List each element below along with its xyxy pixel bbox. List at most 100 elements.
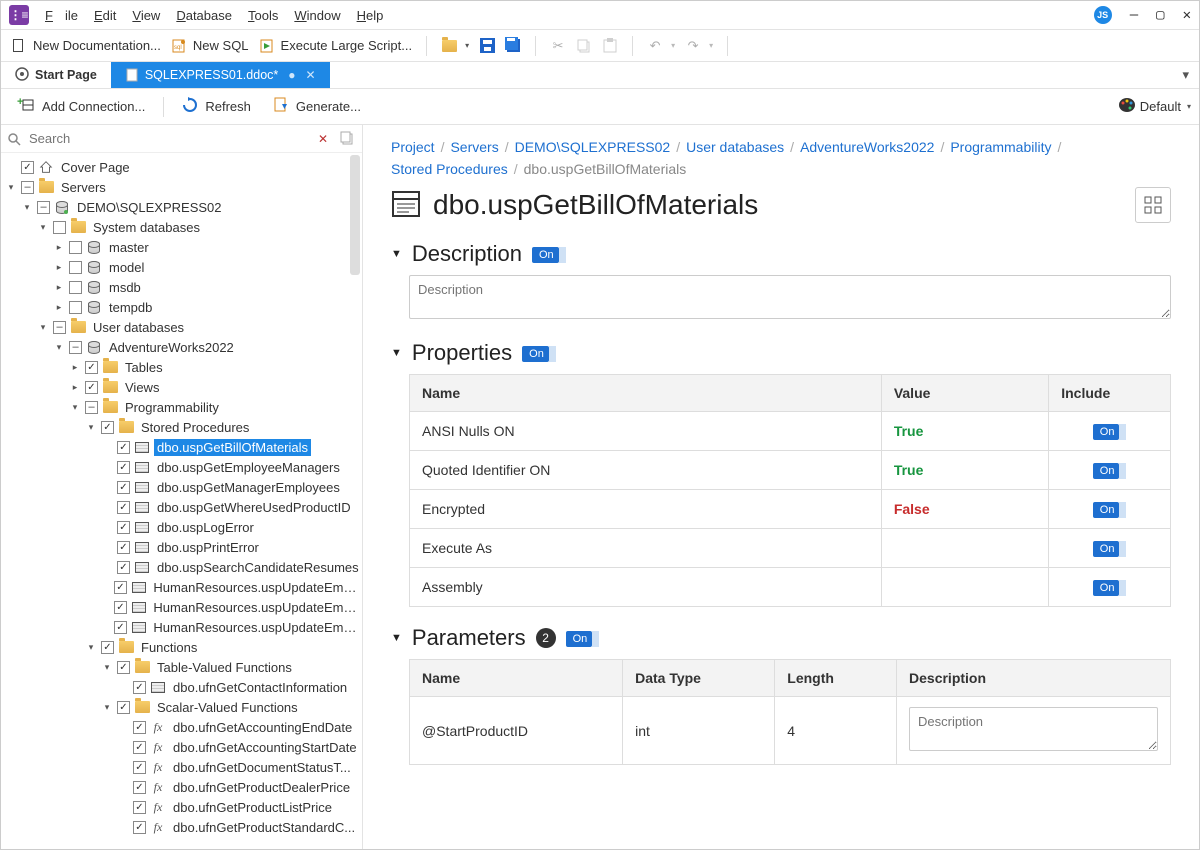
copy-button[interactable]: [576, 38, 592, 54]
procedure-icon: [131, 619, 147, 635]
tree-proc-10[interactable]: HumanResources.uspUpdateEmpl...: [150, 619, 362, 636]
tree-tempdb[interactable]: tempdb: [106, 299, 155, 316]
menu-database[interactable]: Database: [170, 6, 238, 25]
tree-svf[interactable]: Scalar-Valued Functions: [154, 699, 301, 716]
prop-include-toggle[interactable]: On: [1093, 463, 1120, 479]
new-sql-button[interactable]: sql New SQL: [171, 38, 249, 54]
tree-proc-5[interactable]: dbo.uspLogError: [154, 519, 257, 536]
tree-proc-3[interactable]: dbo.uspGetManagerEmployees: [154, 479, 343, 496]
tree-tvf-1[interactable]: dbo.ufnGetContactInformation: [170, 679, 350, 696]
tree-model[interactable]: model: [106, 259, 147, 276]
theme-selector[interactable]: Default ▾: [1118, 97, 1191, 116]
tree-proc-2[interactable]: dbo.uspGetEmployeeManagers: [154, 459, 343, 476]
tab-start-page[interactable]: Start Page: [1, 62, 111, 88]
tree-views[interactable]: Views: [122, 379, 162, 396]
param-description-input[interactable]: [909, 707, 1158, 751]
tab-overflow-button[interactable]: ▾: [1172, 62, 1199, 88]
section-properties-header[interactable]: ▼ Properties On: [391, 340, 1171, 366]
tree-master[interactable]: master: [106, 239, 152, 256]
object-tree[interactable]: ▶Cover Page ▾Servers ▾DEMO\SQLEXPRESS02 …: [1, 153, 362, 849]
prop-include-toggle[interactable]: On: [1093, 541, 1120, 557]
main-toolbar: New Documentation... sql New SQL Execute…: [1, 29, 1199, 61]
undo-button[interactable]: ↶▾: [647, 38, 675, 54]
tree-servers[interactable]: Servers: [58, 179, 109, 196]
menu-file[interactable]: File: [39, 6, 84, 25]
copy-tree-icon[interactable]: [340, 131, 356, 147]
table-row: Encrypted False On: [410, 490, 1171, 529]
section-description-header[interactable]: ▼ Description On: [391, 241, 1171, 267]
procedure-icon: [134, 559, 150, 575]
tab-document[interactable]: SQLEXPRESS01.ddoc* ● ✕: [111, 62, 330, 88]
generate-button[interactable]: Generate...: [265, 93, 369, 120]
paste-button[interactable]: [602, 38, 618, 54]
crumb-servers[interactable]: Servers: [450, 139, 498, 155]
crumb-project[interactable]: Project: [391, 139, 435, 155]
tree-proc-7[interactable]: dbo.uspSearchCandidateResumes: [154, 559, 362, 576]
tree-tvf[interactable]: Table-Valued Functions: [154, 659, 295, 676]
layout-toggle-button[interactable]: [1135, 187, 1171, 223]
new-documentation-button[interactable]: New Documentation...: [11, 38, 161, 54]
menu-view[interactable]: View: [126, 6, 166, 25]
menu-window[interactable]: Window: [288, 6, 346, 25]
search-input[interactable]: [27, 130, 312, 147]
tree-stored-procedures[interactable]: Stored Procedures: [138, 419, 252, 436]
tree-adventureworks[interactable]: AdventureWorks2022: [106, 339, 237, 356]
tree-proc-1[interactable]: dbo.uspGetBillOfMaterials: [154, 439, 311, 456]
properties-include-toggle[interactable]: On: [522, 346, 549, 362]
tree-user-databases[interactable]: User databases: [90, 319, 187, 336]
save-all-button[interactable]: [505, 38, 521, 54]
minimize-icon[interactable]: —: [1130, 7, 1138, 23]
tree-svf-2[interactable]: dbo.ufnGetAccountingStartDate: [170, 739, 360, 756]
start-page-icon: [15, 67, 29, 84]
tree-programmability[interactable]: Programmability: [122, 399, 222, 416]
procedure-icon: [131, 579, 147, 595]
tree-svf-3[interactable]: dbo.ufnGetDocumentStatusT...: [170, 759, 354, 776]
crumb-server[interactable]: DEMO\SQLEXPRESS02: [515, 139, 671, 155]
description-include-toggle[interactable]: On: [532, 247, 559, 263]
add-connection-button[interactable]: + Add Connection...: [9, 93, 153, 120]
tree-server1[interactable]: DEMO\SQLEXPRESS02: [74, 199, 225, 216]
crumb-aw[interactable]: AdventureWorks2022: [800, 139, 934, 155]
open-button[interactable]: ▾: [441, 38, 469, 54]
menu-help[interactable]: Help: [351, 6, 390, 25]
section-parameters-header[interactable]: ▼ Parameters 2 On: [391, 625, 1171, 651]
crumb-sp[interactable]: Stored Procedures: [391, 161, 508, 177]
tree-svf-5[interactable]: dbo.ufnGetProductListPrice: [170, 799, 335, 816]
parameters-include-toggle[interactable]: On: [566, 631, 593, 647]
tree-cover-page[interactable]: Cover Page: [58, 159, 133, 176]
prop-include-toggle[interactable]: On: [1093, 502, 1120, 518]
close-icon[interactable]: ✕: [1183, 7, 1191, 23]
tree-svf-1[interactable]: dbo.ufnGetAccountingEndDate: [170, 719, 355, 736]
execute-script-button[interactable]: Execute Large Script...: [259, 38, 413, 54]
description-input[interactable]: [409, 275, 1171, 319]
js-badge-icon[interactable]: JS: [1094, 6, 1112, 24]
tree-proc-8[interactable]: HumanResources.uspUpdateEmpl...: [150, 579, 362, 596]
prop-value: [881, 568, 1048, 607]
prop-include-toggle[interactable]: On: [1093, 580, 1120, 596]
function-icon: fx: [150, 739, 166, 755]
breadcrumb: Project/ Servers/ DEMO\SQLEXPRESS02/ Use…: [391, 139, 1171, 177]
cut-button[interactable]: ✂: [550, 38, 566, 54]
menu-edit[interactable]: Edit: [88, 6, 122, 25]
refresh-button[interactable]: Refresh: [174, 93, 259, 120]
crumb-userdb[interactable]: User databases: [686, 139, 784, 155]
tree-system-databases[interactable]: System databases: [90, 219, 203, 236]
tree-functions[interactable]: Functions: [138, 639, 200, 656]
tree-svf-6[interactable]: dbo.ufnGetProductStandardC...: [170, 819, 358, 836]
tree-proc-9[interactable]: HumanResources.uspUpdateEmpl...: [150, 599, 362, 616]
maximize-icon[interactable]: ▢: [1156, 7, 1164, 23]
close-tab-icon[interactable]: ✕: [306, 68, 316, 82]
tree-tables[interactable]: Tables: [122, 359, 166, 376]
tree-svf-4[interactable]: dbo.ufnGetProductDealerPrice: [170, 779, 353, 796]
tree-msdb[interactable]: msdb: [106, 279, 144, 296]
tree-proc-6[interactable]: dbo.uspPrintError: [154, 539, 262, 556]
crumb-prog[interactable]: Programmability: [950, 139, 1051, 155]
new-doc-label: New Documentation...: [33, 38, 161, 53]
tree-scrollbar[interactable]: [350, 155, 360, 275]
menu-tools[interactable]: Tools: [242, 6, 284, 25]
tree-proc-4[interactable]: dbo.uspGetWhereUsedProductID: [154, 499, 354, 516]
clear-search-icon[interactable]: ✕: [318, 132, 328, 146]
prop-include-toggle[interactable]: On: [1093, 424, 1120, 440]
save-button[interactable]: [479, 38, 495, 54]
redo-button[interactable]: ↷▾: [685, 38, 713, 54]
